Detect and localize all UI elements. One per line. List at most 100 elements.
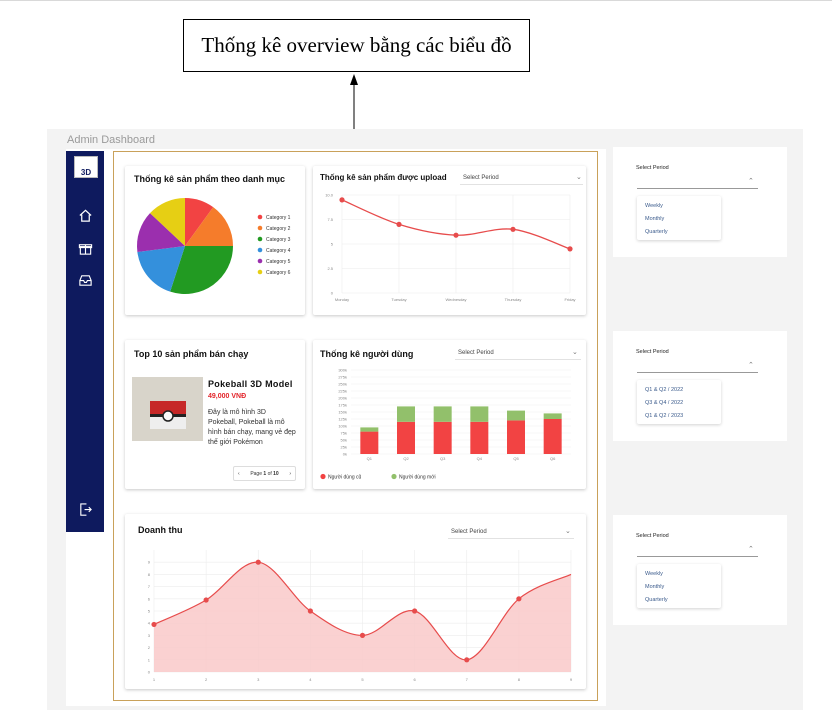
y-tick-label: 300k	[338, 368, 347, 373]
y-tick-label: 8	[148, 572, 151, 577]
legend-dot	[257, 247, 263, 253]
x-tick-label: 4	[309, 677, 312, 682]
data-point	[203, 597, 209, 603]
chevron-up-icon[interactable]: ⌃	[748, 545, 754, 553]
y-tick-label: 1	[148, 657, 151, 662]
x-tick-label: 9	[570, 677, 573, 682]
bar-segment	[397, 421, 415, 454]
logout-icon[interactable]	[78, 502, 93, 517]
data-point	[255, 559, 261, 565]
logo[interactable]: 3D	[74, 156, 98, 178]
annotation-callout: Thống kê overview bằng các biểu đồ	[183, 19, 530, 72]
data-point	[516, 596, 522, 602]
dropdown-option[interactable]: Quarterly	[645, 597, 668, 603]
chevron-down-icon[interactable]: ⌄	[576, 173, 582, 181]
legend-dot	[257, 214, 263, 220]
y-tick-label: 200k	[338, 396, 347, 401]
y-tick-label: 7.5	[327, 217, 333, 222]
x-tick-label: 6	[414, 677, 417, 682]
chevron-up-icon[interactable]: ⌃	[748, 177, 754, 185]
total-pages: 10	[273, 470, 279, 477]
dropdown-option[interactable]: Monthly	[645, 584, 664, 590]
upload-period-select[interactable]: Select Period	[463, 175, 499, 181]
select-underline	[448, 538, 574, 539]
y-tick-label: 2	[148, 645, 151, 650]
dropdown-label: Select Period	[636, 349, 669, 355]
x-tick-label: Monday	[335, 297, 349, 302]
legend-label: Category 1	[266, 215, 291, 221]
x-tick-label: 5	[361, 677, 364, 682]
y-tick-label: 50k	[341, 438, 347, 443]
x-tick-label: 8	[518, 677, 521, 682]
y-tick-label: 3	[148, 633, 151, 638]
data-point	[510, 226, 516, 232]
legend-dot	[257, 225, 263, 231]
bar-segment	[433, 421, 452, 454]
y-tick-label: 250k	[338, 382, 347, 387]
data-point	[307, 608, 313, 614]
bar-segment	[543, 419, 562, 454]
y-tick-label: 2.5	[327, 266, 333, 271]
page-prefix: Page	[250, 470, 262, 477]
dropdown-input[interactable]	[637, 556, 758, 557]
bar-segment	[433, 406, 452, 422]
legend-label: Category 4	[266, 248, 291, 254]
prev-page-button[interactable]: ‹	[238, 471, 240, 477]
dropdown-option[interactable]: Weekly	[645, 571, 663, 577]
next-page-button[interactable]: ›	[289, 471, 291, 477]
legend-label: Category 2	[266, 226, 291, 232]
data-point	[464, 657, 470, 663]
chevron-up-icon[interactable]: ⌃	[748, 361, 754, 369]
revenue-period-select[interactable]: Select Period	[451, 529, 487, 535]
legend-dot	[257, 269, 263, 275]
x-tick-label: Tuesday	[391, 297, 406, 302]
dropdown-option[interactable]: Q1 & Q2 / 2023	[645, 413, 683, 419]
x-tick-label: Thursday	[505, 297, 522, 302]
y-tick-label: 275k	[338, 375, 347, 380]
legend-label: Category 5	[266, 259, 291, 265]
bar-segment	[543, 413, 562, 419]
dropdown-option[interactable]: Quarterly	[645, 229, 668, 235]
product-image[interactable]	[132, 377, 203, 441]
dropdown-option[interactable]: Q3 & Q4 / 2022	[645, 400, 683, 406]
data-point	[339, 197, 345, 203]
data-point	[453, 232, 459, 238]
current-page: 1	[263, 470, 267, 477]
home-icon[interactable]	[78, 208, 93, 223]
bar-segment	[470, 421, 489, 454]
x-tick-label: Q6	[550, 456, 556, 461]
category-chart-title: Thống kê sản phẩm theo danh mục	[134, 174, 286, 184]
dropdown-input[interactable]	[637, 372, 758, 373]
dropdown-option[interactable]: Weekly	[645, 203, 663, 209]
legend-dot	[320, 473, 326, 480]
dropdown-option[interactable]: Q1 & Q2 / 2022	[645, 387, 683, 393]
x-tick-label: 1	[153, 677, 156, 682]
x-tick-label: Wednesday	[445, 297, 466, 302]
chevron-down-icon[interactable]: ⌄	[565, 527, 571, 535]
upload-chart-title: Thống kê sản phẩm được upload	[320, 173, 447, 182]
users-period-select[interactable]: Select Period	[458, 350, 494, 356]
x-tick-label: 2	[205, 677, 208, 682]
inbox-icon[interactable]	[78, 273, 93, 288]
legend-dot	[391, 473, 397, 480]
bar-segment	[507, 420, 525, 454]
category-pie-chart: Category 1 Category 2 Category 3 Category 4…	[137, 198, 291, 294]
data-point	[396, 221, 402, 227]
select-underline	[455, 359, 581, 360]
x-tick-label: 3	[257, 677, 260, 682]
page-title: Admin Dashboard	[67, 134, 156, 146]
x-tick-label: Q5	[513, 456, 519, 461]
chevron-down-icon[interactable]: ⌄	[572, 348, 578, 356]
dropdown-option[interactable]: Monthly	[645, 216, 664, 222]
select-underline	[460, 184, 583, 185]
dropdown-input[interactable]	[637, 188, 758, 189]
gift-icon[interactable]	[78, 241, 93, 256]
users-bar-chart: 300k 275k 250k 225k 200k 175k 150k 125k 100k 75k 5…	[320, 368, 571, 481]
y-tick-label: 10.0	[325, 193, 334, 198]
top-products-title: Top 10 sản phẩm bán chạy	[134, 349, 249, 359]
bar-segment	[507, 410, 525, 421]
revenue-chart-title: Doanh thu	[138, 525, 183, 535]
page-of: of	[267, 470, 272, 477]
data-point	[567, 246, 573, 252]
product-name[interactable]: Pokeball 3D Model	[208, 379, 293, 389]
